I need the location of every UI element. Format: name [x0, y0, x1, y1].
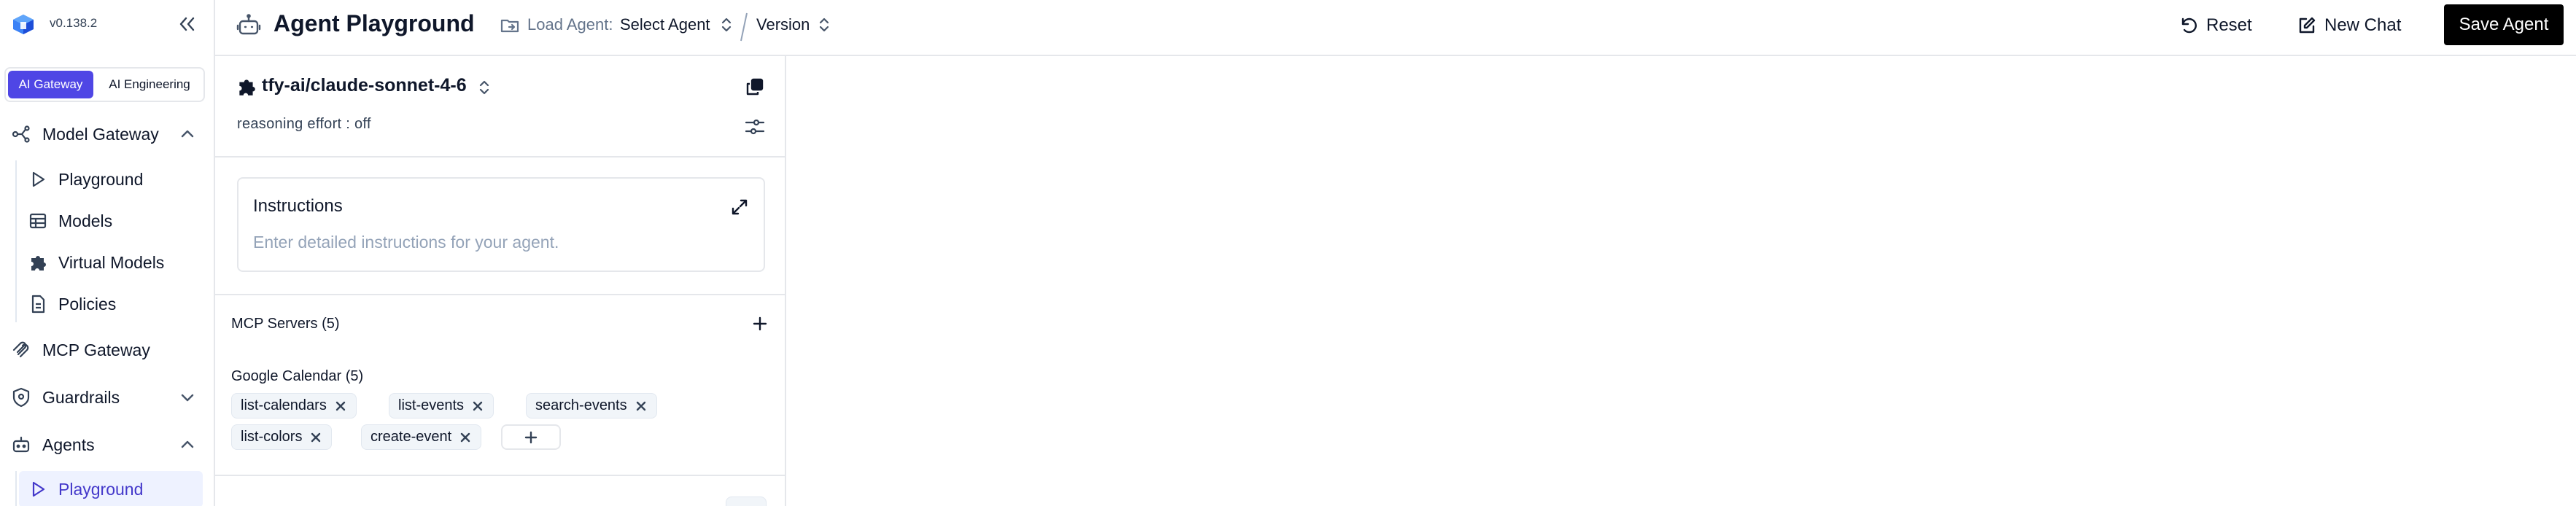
shield-icon — [10, 386, 32, 408]
nav-label: Guardrails — [42, 387, 120, 407]
nav-guardrails[interactable]: Guardrails — [0, 379, 215, 416]
new-chat-button[interactable]: New Chat — [2297, 9, 2401, 42]
mcp-servers-title: MCP Servers (5) — [231, 316, 340, 332]
chat-area — [786, 56, 2576, 506]
submenu-guide — [15, 160, 17, 322]
play-icon — [28, 169, 48, 190]
remove-tool-icon[interactable] — [334, 400, 347, 413]
nav-model-gateway[interactable]: Model Gateway — [0, 116, 215, 152]
nav-models[interactable]: Models — [19, 203, 203, 239]
tool-chip: list-calendars — [231, 393, 357, 419]
nav-virtual-models[interactable]: Virtual Models — [19, 244, 203, 281]
nav-label: Policies — [58, 294, 117, 314]
puzzle-icon — [28, 252, 48, 273]
document-icon — [28, 294, 48, 314]
play-icon — [28, 479, 48, 499]
nav-model-playground[interactable]: Playground — [19, 161, 203, 198]
nav-agents-playground[interactable]: Playground — [19, 471, 203, 506]
network-icon — [10, 123, 32, 145]
tool-chip: search-events — [526, 393, 657, 419]
new-chat-label: New Chat — [2324, 15, 2402, 35]
nav-policies[interactable]: Policies — [19, 286, 203, 322]
remove-tool-icon[interactable] — [471, 400, 484, 413]
select-agent-dropdown[interactable]: Select Agent — [620, 15, 710, 34]
expand-icon[interactable] — [729, 196, 750, 218]
divider-slash — [739, 10, 749, 44]
robot-icon — [236, 12, 262, 39]
nav-label: Playground — [58, 479, 144, 499]
divider — [215, 294, 785, 295]
reasoning-effort-text: reasoning effort : off — [237, 116, 371, 132]
divider — [215, 475, 785, 476]
mcp-server-name: Google Calendar (5) — [231, 368, 364, 384]
chevron-up-icon[interactable] — [177, 435, 198, 455]
model-selector[interactable]: tfy-ai/claude-sonnet-4-6 — [262, 75, 467, 96]
agent-config-panel: tfy-ai/claude-sonnet-4-6 reasoning effor… — [215, 56, 786, 506]
nav-label: Model Gateway — [42, 124, 159, 144]
app-version: v0.138.2 — [50, 16, 98, 30]
load-agent-label: Load Agent: — [527, 15, 613, 34]
tool-name: list-colors — [241, 429, 303, 445]
version-dropdown[interactable]: Version — [756, 15, 810, 34]
chevron-updown-icon[interactable] — [718, 14, 734, 36]
collapsed-section-button[interactable] — [726, 497, 767, 506]
chevron-updown-icon[interactable] — [476, 77, 492, 98]
mcp-icon — [10, 339, 32, 361]
reset-icon — [2179, 15, 2199, 36]
divider — [215, 156, 785, 157]
tool-chip: list-events — [389, 393, 494, 419]
table-icon — [28, 211, 48, 231]
segment-ai-engineering[interactable]: AI Engineering — [96, 71, 203, 98]
chevron-up-icon[interactable] — [177, 124, 198, 144]
remove-tool-icon[interactable] — [309, 431, 322, 444]
product-switcher: AI Gateway AI Engineering — [4, 67, 205, 102]
collapse-sidebar-icon[interactable] — [175, 13, 198, 35]
remove-tool-icon[interactable] — [635, 400, 648, 413]
sidebar: v0.138.2 AI Gateway AI Engineering Model… — [0, 0, 215, 506]
copy-icon[interactable] — [745, 77, 765, 97]
nav-mcp-gateway[interactable]: MCP Gateway — [0, 332, 215, 368]
tool-name: list-events — [398, 397, 465, 413]
tool-chip: create-event — [361, 424, 482, 450]
chevron-updown-icon[interactable] — [816, 14, 832, 36]
save-agent-button[interactable]: Save Agent — [2444, 4, 2564, 45]
reset-button[interactable]: Reset — [2179, 9, 2252, 42]
add-mcp-server-icon[interactable] — [750, 314, 769, 333]
reset-label: Reset — [2206, 15, 2252, 35]
nav-agents[interactable]: Agents — [0, 427, 215, 463]
instructions-card[interactable]: Instructions Enter detailed instructions… — [237, 177, 765, 272]
tool-name: search-events — [535, 397, 627, 413]
add-tool-button[interactable] — [501, 424, 561, 450]
page-title: Agent Playground — [273, 10, 475, 36]
tool-name: create-event — [371, 429, 452, 445]
instructions-title: Instructions — [253, 196, 343, 216]
top-header: Agent Playground Load Agent: Select Agen… — [215, 0, 2576, 56]
robot-icon — [10, 434, 32, 456]
segment-ai-gateway[interactable]: AI Gateway — [8, 71, 93, 98]
chevron-down-icon[interactable] — [177, 387, 198, 408]
instructions-input[interactable]: Enter detailed instructions for your age… — [253, 233, 559, 252]
folder-load-icon — [500, 15, 520, 36]
nav-label: Playground — [58, 169, 144, 189]
nav-label: MCP Gateway — [42, 340, 150, 359]
puzzle-icon — [236, 76, 257, 98]
tool-chip: list-colors — [231, 424, 333, 450]
remove-tool-icon[interactable] — [459, 431, 472, 444]
submenu-guide — [15, 471, 17, 506]
edit-icon — [2297, 15, 2317, 36]
nav-label: Virtual Models — [58, 252, 165, 272]
truefoundry-logo-icon[interactable] — [10, 13, 36, 35]
nav-label: Models — [58, 211, 113, 230]
nav-label: Agents — [42, 435, 95, 454]
plus-icon — [523, 429, 539, 445]
tool-name: list-calendars — [241, 397, 327, 413]
settings-sliders-icon[interactable] — [743, 116, 767, 138]
